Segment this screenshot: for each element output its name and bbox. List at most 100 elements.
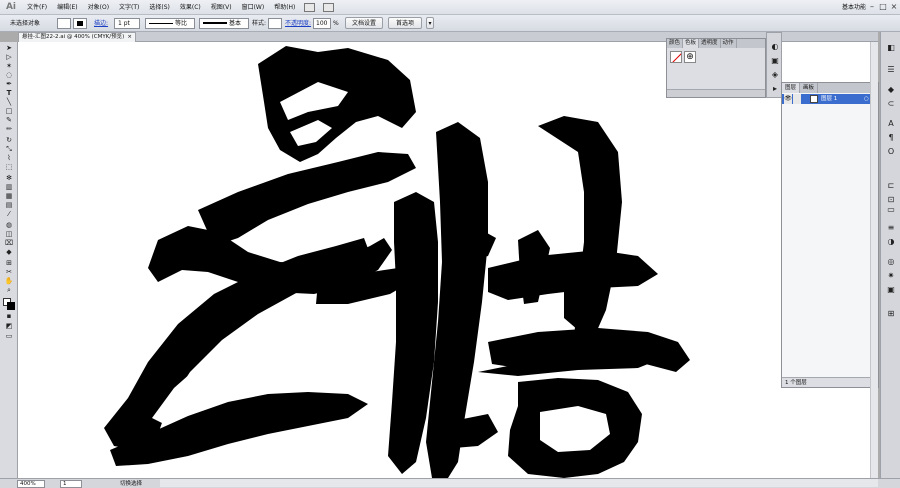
none-swatch[interactable]	[670, 51, 682, 63]
bridge-icon[interactable]	[304, 2, 316, 12]
rotate-icon[interactable]: ↻	[4, 137, 14, 144]
preferences-button[interactable]: 首选项	[388, 17, 422, 29]
pathfinder-icon[interactable]: ▭	[886, 206, 896, 214]
fill-stroke-icon[interactable]	[3, 298, 15, 310]
paintbrush-icon[interactable]: ✎	[4, 117, 14, 124]
slice-icon[interactable]: ⌧	[4, 240, 14, 247]
type-icon[interactable]: T	[4, 90, 14, 97]
tab-close-icon[interactable]: ×	[127, 33, 132, 42]
hand-icon[interactable]: ✋	[4, 278, 14, 285]
tab-swatches[interactable]: 色板	[683, 39, 700, 48]
eye-icon[interactable]: 👁	[784, 94, 792, 104]
stroke-icon[interactable]: ≡	[886, 224, 896, 232]
menu-edit[interactable]: 编辑(E)	[52, 0, 82, 15]
menu-help[interactable]: 帮助(H)	[269, 0, 300, 15]
graphic-style-swatch[interactable]	[268, 18, 282, 29]
document-setup-button[interactable]: 文档设置	[345, 17, 383, 29]
brushes-icon[interactable]: ◈	[770, 71, 780, 79]
menu-window[interactable]: 窗口(W)	[237, 0, 270, 15]
maximize-icon[interactable]: □	[878, 2, 888, 12]
align-icon[interactable]: ⊏	[886, 182, 896, 190]
artboard-number-field[interactable]: 1	[60, 480, 82, 488]
more-options-icon[interactable]: ▾	[426, 17, 434, 29]
artboard-canvas[interactable]	[18, 42, 878, 478]
opacity-field[interactable]: 100	[313, 18, 331, 29]
fill-swatch[interactable]	[57, 18, 71, 29]
symbol-sprayer-icon[interactable]: ✻	[4, 175, 14, 182]
eyedropper-icon[interactable]: ⁄	[4, 211, 14, 218]
tab-transparency[interactable]: 透明度	[699, 39, 721, 48]
appearance-icon[interactable]: ◧	[886, 44, 896, 52]
warp-icon[interactable]: ⌇	[4, 155, 14, 162]
selection-tool-icon[interactable]: ➤	[4, 45, 14, 52]
menu-select[interactable]: 选择(S)	[144, 0, 175, 15]
swatches-icon[interactable]: ▣	[770, 57, 780, 65]
blend-icon[interactable]: ◍	[4, 222, 14, 229]
transparency-icon[interactable]: ◎	[886, 258, 896, 266]
registration-swatch[interactable]: ⊕	[684, 51, 696, 63]
stroke-swatch[interactable]	[73, 18, 87, 29]
eraser-icon[interactable]: ◆	[4, 249, 14, 256]
free-transform-icon[interactable]: ⬚	[4, 164, 14, 171]
layer-row[interactable]: 👁 图层 1 ○	[782, 94, 878, 104]
draw-mode-icon[interactable]: ◩	[4, 323, 14, 330]
color-guide-icon[interactable]: ◐	[770, 43, 780, 51]
color-mode-icon[interactable]: ▪	[4, 313, 14, 320]
calligraphy-artwork[interactable]	[18, 42, 878, 478]
lock-icon[interactable]	[793, 94, 801, 104]
gradient-panel-icon[interactable]: ◑	[886, 238, 896, 246]
graphic-styles-icon[interactable]: ☰	[886, 66, 896, 74]
arrange-documents-icon[interactable]	[323, 2, 335, 12]
paragraph-icon[interactable]: ¶	[886, 134, 896, 142]
lasso-icon[interactable]: ◌	[4, 72, 14, 79]
direct-select-icon[interactable]: ▷	[4, 54, 14, 61]
minimize-icon[interactable]: –	[867, 2, 877, 12]
navigator-icon[interactable]: ▣	[886, 286, 896, 294]
menu-type[interactable]: 文字(T)	[114, 0, 144, 15]
tab-color[interactable]: 颜色	[667, 39, 684, 48]
artboards-icon[interactable]: ⊞	[886, 310, 896, 318]
target-icon[interactable]: ○	[864, 94, 869, 104]
vertical-scrollbar[interactable]	[870, 42, 878, 478]
layer-name[interactable]: 图层 1	[821, 94, 837, 104]
zoom-field[interactable]: 400%	[17, 480, 45, 488]
scale-icon[interactable]: ⤡	[4, 146, 14, 153]
mesh-icon[interactable]: ▦	[4, 193, 14, 200]
status-mode[interactable]: 切换选择	[120, 480, 142, 488]
gradient-icon[interactable]: ▤	[4, 202, 14, 209]
workspace-switcher[interactable]: 基本功能	[842, 2, 866, 11]
menu-file[interactable]: 文件(F)	[22, 0, 52, 15]
zoom-icon[interactable]: ⌕	[4, 287, 14, 294]
links-icon[interactable]: ⊂	[886, 100, 896, 108]
magic-wand-icon[interactable]: ✶	[4, 63, 14, 70]
tab-artboards[interactable]: 画板	[800, 83, 819, 93]
variable-width-profile[interactable]: 等比	[145, 18, 195, 29]
scissors-icon[interactable]: ✂	[4, 269, 14, 276]
opacity-label[interactable]: 不透明度:	[285, 18, 311, 29]
tab-actions[interactable]: 动作	[721, 39, 737, 48]
symbols-icon[interactable]: ▸	[770, 85, 780, 93]
line-icon[interactable]: ╲	[4, 99, 14, 106]
menu-effect[interactable]: 效果(C)	[175, 0, 206, 15]
brush-definition[interactable]: 基本	[199, 18, 249, 29]
stroke-weight-field[interactable]: 1 pt	[114, 18, 140, 29]
pencil-icon[interactable]: ✏	[4, 126, 14, 133]
screen-mode-icon[interactable]: ▭	[4, 333, 14, 340]
menu-view[interactable]: 视图(V)	[206, 0, 237, 15]
pen-icon[interactable]: ✒	[4, 81, 14, 88]
layers-icon[interactable]: ◆	[886, 86, 896, 94]
close-icon[interactable]: ×	[889, 2, 899, 12]
character-icon[interactable]: A	[886, 120, 896, 128]
rectangle-icon[interactable]: □	[4, 108, 14, 115]
tab-layers[interactable]: 图层	[782, 83, 801, 93]
artboard-icon[interactable]: ⊞	[4, 260, 14, 267]
stroke-label[interactable]: 描边:	[94, 18, 108, 29]
transform-icon[interactable]: ⊡	[886, 196, 896, 204]
horizontal-scrollbar[interactable]	[160, 479, 878, 487]
opentype-icon[interactable]: O	[886, 148, 896, 156]
image-trace-icon[interactable]: ✷	[886, 272, 896, 280]
live-paint-icon[interactable]: ◫	[4, 231, 14, 238]
document-tab[interactable]: 悬挂-汇图22-2.ai @ 400% (CMYK/预览) ×	[18, 32, 136, 42]
column-graph-icon[interactable]: ▥	[4, 184, 14, 191]
menu-object[interactable]: 对象(O)	[83, 0, 114, 15]
